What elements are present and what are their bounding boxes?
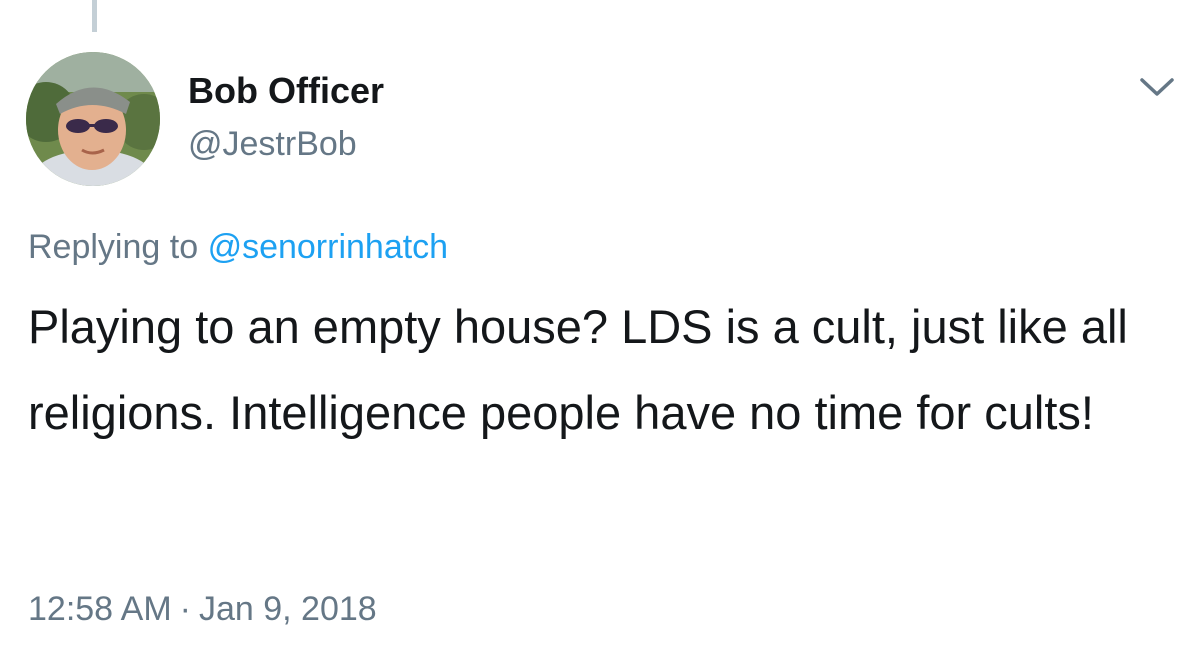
- reply-mention-link[interactable]: @senorrinhatch: [208, 228, 449, 266]
- chevron-down-icon[interactable]: [1138, 72, 1176, 102]
- tweet-timestamp[interactable]: 12:58 AM · Jan 9, 2018: [28, 590, 377, 629]
- thread-connector-line: [92, 0, 97, 32]
- timestamp-separator: ·: [179, 590, 191, 628]
- avatar[interactable]: [26, 52, 160, 186]
- author-handle[interactable]: @JestrBob: [188, 125, 357, 164]
- timestamp-time: 12:58 AM: [28, 590, 172, 628]
- author-display-name[interactable]: Bob Officer: [188, 70, 384, 112]
- tweet-text: Playing to an empty house? LDS is a cult…: [28, 300, 1128, 439]
- timestamp-date: Jan 9, 2018: [198, 590, 377, 628]
- avatar-photo: [26, 52, 160, 186]
- replying-to-label: Replying to: [28, 228, 199, 266]
- replying-to: Replying to @senorrinhatch: [28, 228, 448, 267]
